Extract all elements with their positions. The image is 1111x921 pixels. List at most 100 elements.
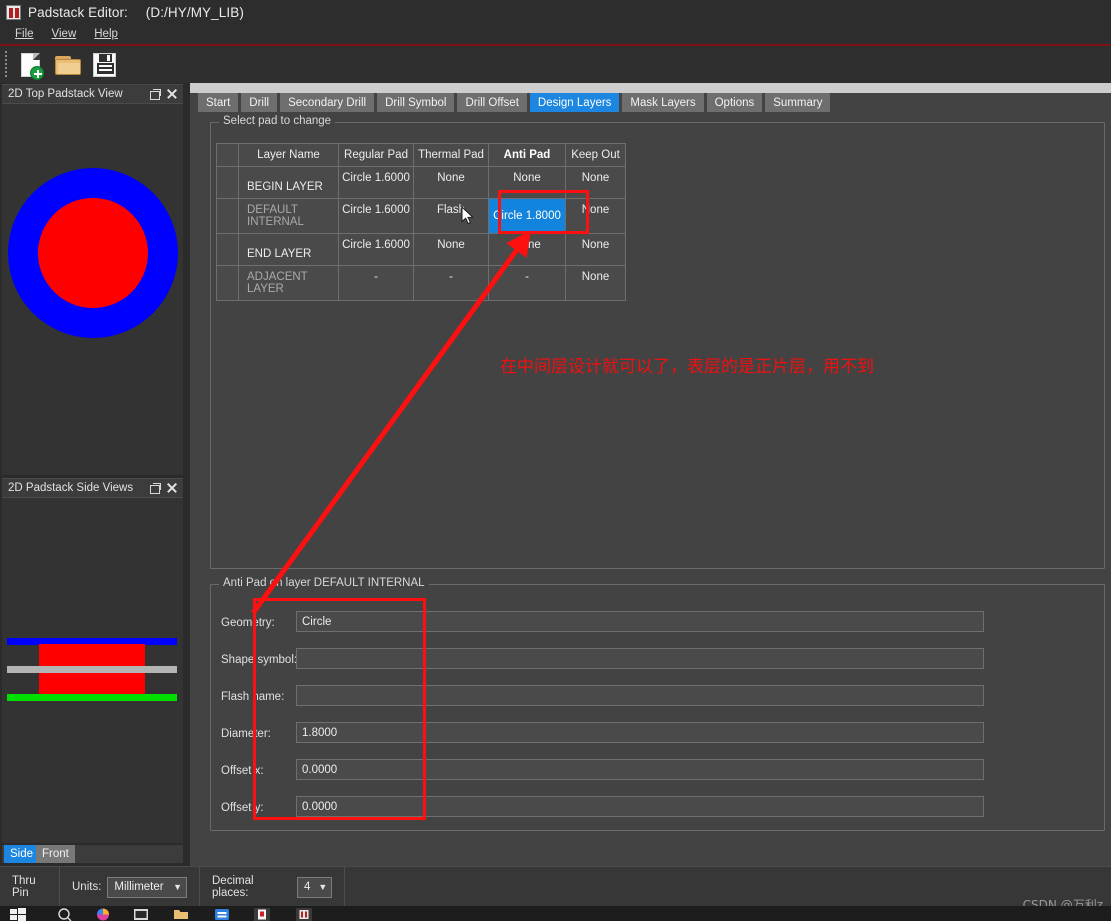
cell-layer-name[interactable]: DEFAULT INTERNAL — [238, 198, 339, 234]
toolbar-spacer-strip — [190, 83, 1111, 93]
pdf-app-icon[interactable] — [254, 908, 272, 921]
offset-y-field[interactable] — [296, 796, 984, 817]
cell-thermal-pad[interactable]: None — [413, 166, 489, 199]
decimal-places-label: Decimal places: — [212, 875, 254, 899]
toolbar — [0, 46, 1111, 83]
main-tabstrip: Start Drill Secondary Drill Drill Symbol… — [190, 93, 1111, 114]
table-row[interactable]: BEGIN LAYER Circle 1.6000 None None None — [216, 166, 626, 199]
padstack-editor-taskbar-icon[interactable] — [296, 908, 314, 921]
tab-mask-layers[interactable]: Mask Layers — [622, 93, 704, 112]
terminal-icon[interactable] — [133, 908, 151, 921]
table-row[interactable]: END LAYER Circle 1.6000 None None None — [216, 233, 626, 266]
title-bar: Padstack Editor: (D:/HY/MY_LIB) — [0, 0, 1111, 24]
menu-item-view-label: View — [51, 28, 77, 40]
cell-regular-pad[interactable]: Circle 1.6000 — [338, 198, 414, 234]
tab-drill-symbol[interactable]: Drill Symbol — [377, 93, 455, 112]
cell-regular-pad[interactable]: Circle 1.6000 — [338, 233, 414, 266]
window-title: Padstack Editor: (D:/HY/MY_LIB) — [28, 5, 244, 20]
form-row-diameter: Diameter: — [211, 720, 1104, 756]
store-icon[interactable] — [214, 908, 232, 921]
form-row-offset-x: Offset x: — [211, 757, 1104, 793]
status-empty-area — [345, 867, 1111, 907]
tab-secondary-drill[interactable]: Secondary Drill — [280, 93, 375, 112]
close-icon[interactable] — [165, 481, 179, 495]
geometry-label: Geometry: — [221, 617, 275, 629]
cell-thermal-pad[interactable]: None — [413, 233, 489, 266]
vertical-splitter[interactable] — [183, 83, 190, 866]
regular-pad-circle-graphic — [38, 198, 148, 308]
new-file-button[interactable] — [14, 48, 50, 82]
col-regular-pad[interactable]: Regular Pad — [338, 143, 414, 167]
menu-item-file[interactable]: File — [6, 26, 43, 42]
offset-x-label: Offset x: — [221, 765, 264, 777]
cell-thermal-pad[interactable]: - — [413, 265, 489, 301]
units-label: Units: — [72, 881, 102, 893]
menu-item-file-label: File — [15, 28, 34, 40]
row-selector-adjacent[interactable] — [216, 265, 239, 301]
side-view-tab-front[interactable]: Front — [36, 845, 75, 863]
tab-drill[interactable]: Drill — [241, 93, 278, 112]
window-title-path: (D:/HY/MY_LIB) — [145, 4, 244, 20]
cell-anti-pad[interactable]: None — [488, 166, 566, 199]
row-selector-begin[interactable] — [216, 166, 239, 199]
side-view-tab-side[interactable]: Side — [4, 845, 40, 863]
units-dropdown[interactable]: Millimeter ▼ — [107, 876, 187, 898]
cell-regular-pad[interactable]: Circle 1.6000 — [338, 166, 414, 199]
menu-item-view[interactable]: View — [43, 26, 86, 42]
table-row[interactable]: DEFAULT INTERNAL Circle 1.6000 Flash Cir… — [216, 198, 626, 234]
table-row[interactable]: ADJACENT LAYER - - - None — [216, 265, 626, 301]
status-bar: Thru Pin Units: Millimeter ▼ Decimal pla… — [0, 866, 1111, 907]
float-restore-icon[interactable] — [148, 87, 162, 101]
browser-icon[interactable] — [95, 908, 113, 921]
offset-x-field[interactable] — [296, 759, 984, 780]
tab-options[interactable]: Options — [706, 93, 763, 112]
search-icon[interactable] — [57, 908, 75, 921]
geometry-field[interactable] — [296, 611, 984, 632]
cell-layer-name[interactable]: ADJACENT LAYER — [238, 265, 339, 301]
tab-design-layers[interactable]: Design Layers — [529, 93, 620, 112]
padstack-app-icon — [6, 4, 21, 20]
shape-symbol-field[interactable] — [296, 648, 984, 669]
tab-summary[interactable]: Summary — [765, 93, 831, 112]
cell-keep-out[interactable]: None — [565, 198, 626, 234]
row-selector-end[interactable] — [216, 233, 239, 266]
cell-anti-pad-selected[interactable]: Circle 1.8000 — [488, 198, 566, 234]
tab-start[interactable]: Start — [198, 93, 239, 112]
decimal-places-dropdown[interactable]: 4 ▼ — [297, 876, 332, 898]
cell-layer-name[interactable]: BEGIN LAYER — [238, 166, 339, 199]
col-thermal-pad[interactable]: Thermal Pad — [413, 143, 489, 167]
units-status: Units: Millimeter ▼ — [60, 867, 200, 907]
save-button[interactable] — [86, 48, 122, 82]
form-row-offset-y: Offset y: — [211, 794, 1104, 830]
toolbar-grip[interactable] — [2, 50, 11, 80]
diameter-field[interactable] — [296, 722, 984, 743]
cell-keep-out[interactable]: None — [565, 166, 626, 199]
tab-drill-offset[interactable]: Drill Offset — [457, 93, 527, 112]
pad-table[interactable]: Layer Name Regular Pad Thermal Pad Anti … — [216, 143, 626, 301]
anti-pad-group: Anti Pad on layer DEFAULT INTERNAL Geome… — [210, 577, 1105, 831]
menu-item-help[interactable]: Help — [85, 26, 127, 42]
col-layer-name[interactable]: Layer Name — [238, 143, 339, 167]
row-selector-default-internal[interactable] — [216, 198, 239, 234]
flash-name-field[interactable] — [296, 685, 984, 706]
file-explorer-icon[interactable] — [173, 908, 191, 921]
col-anti-pad[interactable]: Anti Pad — [488, 143, 566, 167]
windows-start-icon[interactable] — [10, 908, 28, 921]
open-folder-button[interactable] — [50, 48, 86, 82]
cell-anti-pad[interactable]: None — [488, 233, 566, 266]
cell-regular-pad[interactable]: - — [338, 265, 414, 301]
menu-bar: File View Help — [0, 24, 1111, 44]
cell-anti-pad[interactable]: - — [488, 265, 566, 301]
col-keep-out[interactable]: Keep Out — [565, 143, 626, 167]
cell-thermal-pad[interactable]: Flash — [413, 198, 489, 234]
decimal-places-status: Decimal places: 4 ▼ — [200, 867, 345, 907]
cell-keep-out[interactable]: None — [565, 233, 626, 266]
cell-keep-out[interactable]: None — [565, 265, 626, 301]
cell-layer-name[interactable]: END LAYER — [238, 233, 339, 266]
new-file-icon — [21, 52, 44, 80]
form-row-flash-name: Flash name: — [211, 683, 1104, 719]
save-floppy-icon — [93, 52, 116, 77]
app-window: Padstack Editor: (D:/HY/MY_LIB) File Vie… — [0, 0, 1111, 921]
close-icon[interactable] — [165, 87, 179, 101]
float-restore-icon[interactable] — [148, 481, 162, 495]
